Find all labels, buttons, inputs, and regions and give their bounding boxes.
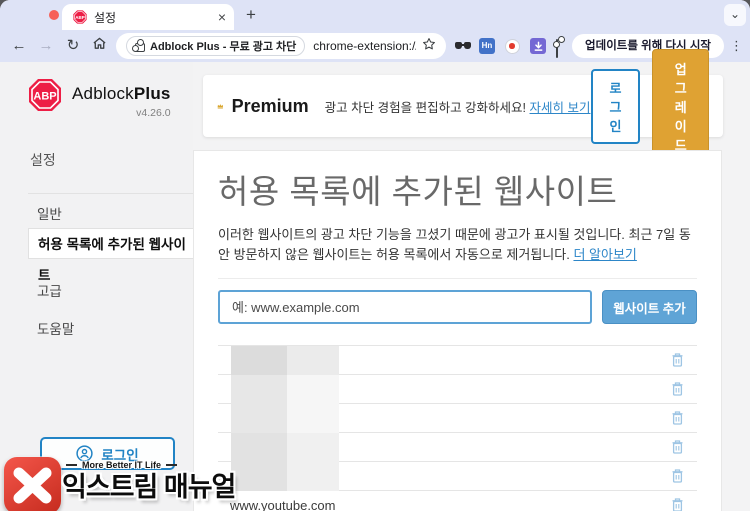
sidebar-login-button[interactable]: 로그인 (40, 437, 175, 470)
version-label: v4.26.0 (136, 107, 171, 119)
allowlist-row: www.youtube.com (218, 491, 697, 511)
premium-login-button[interactable]: 로그인 (590, 68, 641, 144)
redacted-domain (231, 374, 339, 404)
premium-learn-more-link[interactable]: 자세히 보기 (530, 101, 591, 115)
reload-icon[interactable]: ↻ (64, 37, 82, 55)
tab-settings[interactable]: ABP 설정 × (62, 4, 234, 30)
redacted-domain (231, 461, 339, 491)
allowlist-panel: 허용 목록에 추가된 웹사이트 이러한 웹사이트의 광고 차단 기능을 끄셨기 … (193, 150, 722, 511)
panel-description: 이러한 웹사이트의 광고 차단 기능을 끄셨기 때문에 광고가 표시될 것입니다… (218, 227, 691, 263)
sidebar-divider (28, 193, 193, 194)
sidebar: ABP AdblockPlus v4.26.0 설정 일반 허용 목록에 추가된… (0, 62, 193, 511)
allowlist-row (218, 432, 697, 463)
extension-chip-label: Adblock Plus - 무료 광고 차단 (150, 41, 297, 53)
upgrade-button[interactable]: 업그레이드 (652, 48, 709, 164)
page-title: 허용 목록에 추가된 웹사이트 (218, 173, 618, 210)
sidebar-item-general[interactable]: 일반 (0, 203, 193, 223)
sidebar-item-allowlisted[interactable]: 허용 목록에 추가된 웹사이트 (28, 228, 193, 283)
bookmark-star-icon[interactable] (422, 37, 436, 56)
close-tab-icon[interactable]: × (218, 10, 226, 24)
premium-title: Premium (231, 95, 309, 116)
home-icon[interactable] (90, 36, 108, 54)
person-icon (76, 445, 94, 462)
delete-website-button[interactable] (669, 381, 685, 398)
allowlist: www.youtube.com (218, 345, 697, 511)
domain-label: www.youtube.com (230, 497, 336, 511)
allowlist-row (218, 374, 697, 405)
brand-name: AdblockPlus (72, 84, 171, 103)
website-input[interactable] (218, 290, 592, 325)
allowlist-row (218, 345, 697, 376)
redacted-domain (231, 403, 339, 433)
panel-divider (218, 278, 697, 280)
redacted-domain (231, 432, 339, 462)
allowlist-row (218, 461, 697, 492)
tab-strip: ABP 설정 × + ⌄ (0, 0, 750, 30)
extension-name-chip[interactable]: Adblock Plus - 무료 광고 차단 (126, 36, 306, 56)
navigation-bar: ← → ↻ Adblock Plus - 무료 광고 차단 chrome-ext… (0, 30, 750, 62)
abp-logo-icon: ABP (29, 79, 61, 111)
address-bar[interactable]: Adblock Plus - 무료 광고 차단 chrome-extension… (116, 33, 446, 59)
learn-more-link[interactable]: 더 알아보기 (573, 247, 636, 262)
premium-description: 광고 차단 경험을 편집하고 강화하세요! 자세히 보기 (324, 100, 591, 115)
back-icon[interactable]: ← (10, 37, 28, 55)
add-website-row: 웹사이트 추가 (218, 290, 697, 325)
extension-icon-downloader[interactable] (530, 38, 546, 54)
tab-title: 설정 (94, 10, 117, 25)
brand: ABP AdblockPlus v4.26.0 (28, 78, 171, 119)
delete-website-button[interactable] (669, 497, 685, 511)
sidebar-login-label: 로그인 (101, 447, 139, 463)
allowlist-row (218, 403, 697, 434)
extension-chip-icon (131, 39, 145, 52)
extension-icon-glasses[interactable] (455, 41, 471, 49)
delete-website-button[interactable] (669, 352, 685, 369)
sidebar-header: 설정 (30, 152, 56, 168)
browser-window: ABP 설정 × + ⌄ ← → ↻ Adblock Plus - 무료 광고 … (0, 0, 750, 511)
premium-banner: Premium 광고 차단 경험을 편집하고 강화하세요! 자세히 보기 로그인… (203, 48, 723, 164)
svg-text:ABP: ABP (33, 91, 56, 103)
svg-text:ABP: ABP (75, 15, 85, 20)
redacted-domain (231, 345, 339, 375)
sidebar-item-help[interactable]: 도움말 (0, 318, 193, 338)
main-area: Premium 광고 차단 경험을 편집하고 강화하세요! 자세히 보기 로그인… (193, 48, 750, 511)
abp-favicon-icon: ABP (73, 10, 87, 24)
url-text: chrome-extension://cfhdojbkjh... (313, 39, 416, 53)
page-content: ABP AdblockPlus v4.26.0 설정 일반 허용 목록에 추가된… (0, 48, 750, 511)
browser-menu-icon[interactable]: ⋮ (730, 37, 743, 55)
add-website-button[interactable]: 웹사이트 추가 (602, 290, 697, 325)
delete-website-button[interactable] (669, 439, 685, 456)
sidebar-item-advanced[interactable]: 고급 (0, 280, 193, 300)
crown-icon (217, 104, 224, 109)
extension-icon-recorder[interactable] (505, 39, 520, 54)
delete-website-button[interactable] (669, 410, 685, 427)
window-close-button[interactable] (49, 10, 59, 20)
extensions-puzzle-icon[interactable] (556, 39, 572, 58)
forward-icon[interactable]: → (37, 37, 55, 55)
delete-website-button[interactable] (669, 468, 685, 485)
tab-search-icon[interactable]: ⌄ (724, 4, 746, 26)
extension-icon-hn[interactable]: Hn (479, 38, 495, 54)
new-tab-button[interactable]: + (241, 5, 261, 25)
